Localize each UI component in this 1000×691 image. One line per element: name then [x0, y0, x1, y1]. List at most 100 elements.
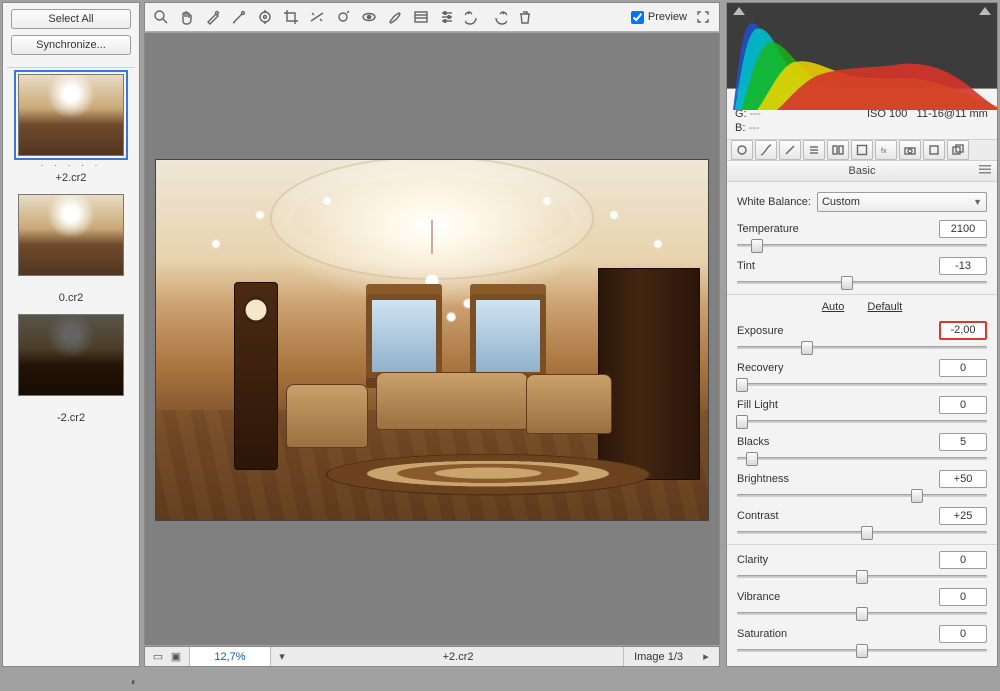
tab-snapshot-icon[interactable] — [947, 140, 969, 160]
blacks-label: Blacks — [737, 436, 933, 448]
image-preview[interactable] — [155, 159, 709, 521]
develop-panel: R: --- G: --- B: --- f/8 10,00 s ISO 100… — [726, 2, 998, 667]
canvas-background — [144, 33, 720, 645]
section-title: Basic — [849, 165, 876, 177]
fullscreen-icon[interactable] — [693, 7, 713, 27]
zoom-out-icon[interactable]: ▭ — [151, 650, 165, 664]
preview-checkbox[interactable] — [631, 11, 644, 24]
tab-hsl-icon[interactable] — [803, 140, 825, 160]
histogram[interactable] — [727, 3, 997, 89]
section-header-basic: Basic — [727, 161, 997, 182]
spot-removal-tool-icon[interactable] — [333, 7, 353, 27]
filllight-value[interactable]: 0 — [939, 396, 987, 414]
rating-dots: ·◐ — [13, 280, 129, 290]
adjustment-brush-icon[interactable] — [385, 7, 405, 27]
saturation-label: Saturation — [737, 628, 933, 640]
zoom-level[interactable]: 12,7% — [190, 647, 271, 666]
preview-area: Preview ▭ — [144, 2, 720, 667]
hand-tool-icon[interactable] — [177, 7, 197, 27]
default-link[interactable]: Default — [867, 301, 902, 313]
brightness-label: Brightness — [737, 473, 933, 485]
straighten-tool-icon[interactable] — [307, 7, 327, 27]
contrast-label: Contrast — [737, 510, 933, 522]
trash-icon[interactable] — [515, 7, 535, 27]
tab-detail-icon[interactable] — [779, 140, 801, 160]
clarity-slider[interactable] — [737, 570, 987, 582]
readout-b-label: B: — [735, 122, 745, 134]
temperature-slider[interactable] — [737, 239, 987, 251]
readout-b-value: --- — [748, 122, 759, 134]
thumbnail-1[interactable]: ·◐ 0.cr2 — [13, 194, 129, 304]
tint-slider[interactable] — [737, 276, 987, 288]
rating-dots: ·◐ — [13, 400, 129, 410]
blacks-slider[interactable] — [737, 452, 987, 464]
brightness-slider[interactable] — [737, 489, 987, 501]
recovery-slider[interactable] — [737, 378, 987, 390]
rotate-ccw-icon[interactable] — [463, 7, 483, 27]
status-counter: Image 1/3 — [623, 647, 693, 666]
vibrance-slider[interactable] — [737, 607, 987, 619]
zoom-fit-icon[interactable]: ▣ — [169, 650, 183, 664]
crop-tool-icon[interactable] — [281, 7, 301, 27]
saturation-slider[interactable] — [737, 644, 987, 656]
brightness-value[interactable]: +50 — [939, 470, 987, 488]
basic-controls: White Balance: Custom ▼ Temperature2100 … — [727, 182, 997, 666]
vibrance-label: Vibrance — [737, 591, 933, 603]
preferences-icon[interactable] — [437, 7, 457, 27]
redeye-tool-icon[interactable] — [359, 7, 379, 27]
recovery-label: Recovery — [737, 362, 933, 374]
filmstrip-panel: Select All Synchronize... · · · · · ◐ +2… — [2, 2, 140, 667]
tab-camera-icon[interactable] — [899, 140, 921, 160]
filllight-slider[interactable] — [737, 415, 987, 427]
thumbnail-caption: 0.cr2 — [13, 292, 129, 304]
thumbnail-0[interactable]: · · · · · ◐ +2.cr2 — [13, 74, 129, 184]
contrast-value[interactable]: +25 — [939, 507, 987, 525]
clarity-label: Clarity — [737, 554, 933, 566]
tab-basic-icon[interactable] — [731, 140, 753, 160]
panel-menu-icon[interactable] — [979, 165, 991, 175]
white-balance-label: White Balance: — [737, 196, 811, 208]
preview-label: Preview — [648, 11, 687, 23]
clarity-value[interactable]: 0 — [939, 551, 987, 569]
select-all-button[interactable]: Select All — [11, 9, 131, 29]
thumbnail-2[interactable]: ·◐ -2.cr2 — [13, 314, 129, 424]
temperature-value[interactable]: 2100 — [939, 220, 987, 238]
saturation-value[interactable]: 0 — [939, 625, 987, 643]
recovery-value[interactable]: 0 — [939, 359, 987, 377]
white-balance-tool-icon[interactable] — [203, 7, 223, 27]
zoom-dropdown-icon[interactable]: ▾ — [271, 650, 293, 664]
exposure-value[interactable]: -2,00 — [939, 321, 987, 340]
color-sampler-tool-icon[interactable] — [229, 7, 249, 27]
white-balance-value: Custom — [822, 196, 860, 208]
divider — [7, 67, 135, 68]
vibrance-value[interactable]: 0 — [939, 588, 987, 606]
next-image-icon[interactable]: ▸ — [693, 650, 719, 664]
filllight-label: Fill Light — [737, 399, 933, 411]
tab-lens-icon[interactable] — [851, 140, 873, 160]
white-balance-dropdown[interactable]: Custom ▼ — [817, 192, 987, 212]
rotate-cw-icon[interactable] — [489, 7, 509, 27]
tint-label: Tint — [737, 260, 933, 272]
thumbnail-caption: -2.cr2 — [13, 412, 129, 424]
preview-toggle[interactable]: Preview — [631, 11, 687, 24]
tab-fx-icon[interactable]: fx — [875, 140, 897, 160]
contrast-slider[interactable] — [737, 526, 987, 538]
blacks-value[interactable]: 5 — [939, 433, 987, 451]
chevron-down-icon: ▼ — [973, 197, 982, 207]
auto-link[interactable]: Auto — [822, 301, 845, 313]
toolbar: Preview — [144, 2, 720, 32]
tab-split-icon[interactable] — [827, 140, 849, 160]
exposure-label: Exposure — [737, 325, 933, 337]
temperature-label: Temperature — [737, 223, 933, 235]
zoom-tool-icon[interactable] — [151, 7, 171, 27]
thumbnail-caption: +2.cr2 — [13, 172, 129, 184]
exposure-slider[interactable] — [737, 341, 987, 353]
tint-value[interactable]: -13 — [939, 257, 987, 275]
status-bar: ▭ ▣ 12,7% ▾ +2.cr2 Image 1/3 ▸ — [144, 646, 720, 667]
synchronize-button[interactable]: Synchronize... — [11, 35, 131, 55]
tab-presets-icon[interactable] — [923, 140, 945, 160]
target-adjust-tool-icon[interactable] — [255, 7, 275, 27]
rating-dots: · · · · · ◐ — [13, 160, 129, 170]
graduated-filter-icon[interactable] — [411, 7, 431, 27]
tab-curve-icon[interactable] — [755, 140, 777, 160]
